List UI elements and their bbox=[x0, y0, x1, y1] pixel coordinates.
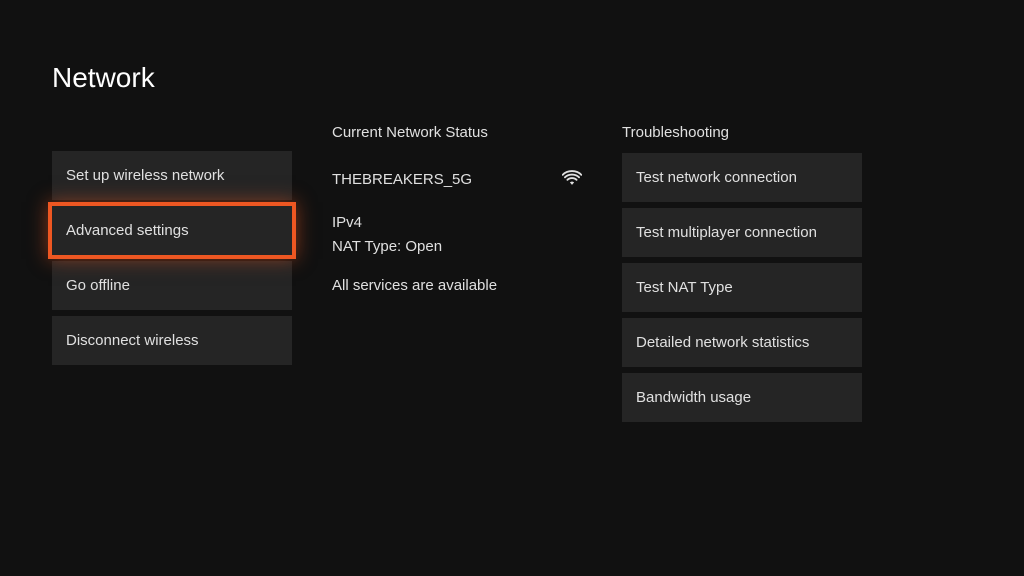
bandwidth-usage-button[interactable]: Bandwidth usage bbox=[622, 373, 862, 422]
go-offline-button[interactable]: Go offline bbox=[52, 261, 292, 310]
left-actions: Set up wireless network Advanced setting… bbox=[52, 151, 292, 422]
services-label: All services are available bbox=[332, 277, 582, 294]
troubleshooting-panel: Troubleshooting Test network connection … bbox=[622, 124, 862, 422]
ssid-label: THEBREAKERS_5G bbox=[332, 171, 472, 188]
setup-wireless-button[interactable]: Set up wireless network bbox=[52, 151, 292, 200]
network-status-panel: Current Network Status THEBREAKERS_5G IP… bbox=[332, 124, 582, 422]
wifi-icon bbox=[562, 168, 582, 190]
network-stats-button[interactable]: Detailed network statistics bbox=[622, 318, 862, 367]
ip-version-label: IPv4 bbox=[332, 214, 582, 231]
nat-type-label: NAT Type: Open bbox=[332, 238, 582, 255]
page-title: Network bbox=[0, 0, 1024, 94]
test-multiplayer-button[interactable]: Test multiplayer connection bbox=[622, 208, 862, 257]
advanced-settings-button[interactable]: Advanced settings bbox=[52, 206, 292, 255]
test-nat-button[interactable]: Test NAT Type bbox=[622, 263, 862, 312]
troubleshoot-heading: Troubleshooting bbox=[622, 124, 862, 141]
disconnect-wireless-button[interactable]: Disconnect wireless bbox=[52, 316, 292, 365]
status-heading: Current Network Status bbox=[332, 124, 582, 141]
test-network-button[interactable]: Test network connection bbox=[622, 153, 862, 202]
